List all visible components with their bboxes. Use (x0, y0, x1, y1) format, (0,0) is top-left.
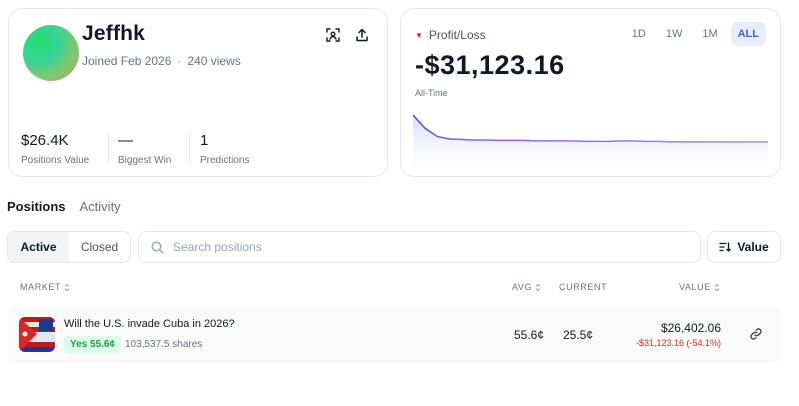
range-tabs: 1D 1W 1M ALL (625, 22, 766, 46)
stat-divider (189, 133, 190, 163)
pnl-chart (413, 114, 768, 165)
position-value: $26,402.06 (660, 321, 721, 335)
username: Jeffhk (82, 22, 146, 45)
column-header-avg[interactable]: AVG (512, 282, 541, 292)
pnl-value: -$31,123.16 (415, 50, 565, 80)
pnl-line (413, 114, 768, 143)
search-box (138, 231, 701, 263)
sort-icon (719, 242, 732, 252)
sort-arrows-icon (535, 283, 541, 291)
view-count: 240 views (187, 54, 241, 68)
filter-closed[interactable]: Closed (69, 232, 130, 262)
outcome-badge: Yes 55.6¢ (64, 336, 122, 353)
share-icon (356, 28, 368, 42)
stat-label: Positions Value (21, 155, 90, 166)
pnl-header: ▼ Profit/Loss (415, 28, 486, 42)
avatar[interactable] (23, 25, 79, 81)
status-filter: Active Closed (7, 231, 131, 263)
profile-card: Jeffhk Joined Feb 2026 · 240 views $26.4K … (8, 8, 388, 177)
stat-label: Predictions (200, 155, 250, 166)
sort-arrows-icon (64, 283, 70, 291)
profit-loss-card: ▼ Profit/Loss 1D 1W 1M ALL -$31,123.16 A… (400, 8, 781, 177)
header-label: AVG (512, 282, 533, 292)
sort-button[interactable]: Value (707, 231, 781, 263)
pnl-period: All-Time (415, 88, 448, 98)
current-price: 25.5¢ (563, 328, 594, 342)
section-tabs: Positions Activity (7, 199, 121, 214)
range-tab-1d[interactable]: 1D (625, 22, 653, 46)
market-title[interactable]: Will the U.S. invade Cuba in 2026? (64, 318, 235, 330)
range-tab-all[interactable]: ALL (730, 22, 766, 46)
search-icon (151, 240, 164, 254)
joined-date: Joined Feb 2026 (82, 54, 172, 68)
column-header-market[interactable]: MARKET (20, 282, 70, 292)
tab-positions[interactable]: Positions (7, 199, 66, 214)
table-row[interactable]: Will the U.S. invade Cuba in 2026? Yes 5… (8, 306, 781, 363)
range-tab-1m[interactable]: 1M (695, 22, 724, 46)
header-label: CURRENT (559, 282, 608, 292)
stat-value: — (118, 132, 133, 149)
column-header-current: CURRENT (559, 282, 607, 292)
down-triangle-icon: ▼ (415, 30, 423, 40)
stat-value: $26.4K (21, 132, 69, 149)
column-header-value[interactable]: VALUE (679, 282, 720, 292)
stat-positions-value: $26.4K Positions Value (21, 132, 89, 166)
stat-divider (108, 133, 109, 163)
sort-label: Value (737, 240, 769, 254)
header-label: MARKET (20, 282, 62, 292)
meta-separator: · (177, 54, 182, 68)
share-count: 103,537.5 shares (125, 339, 203, 350)
share-button[interactable] (351, 24, 373, 46)
profile-meta: Joined Feb 2026 · 240 views (82, 54, 241, 68)
scan-button[interactable] (322, 24, 344, 46)
sort-arrows-icon (714, 283, 720, 291)
filter-active[interactable]: Active (8, 232, 69, 262)
stat-predictions: 1 Predictions (200, 132, 249, 166)
stat-label: Biggest Win (118, 155, 172, 166)
avg-price: 55.6¢ (514, 328, 545, 342)
scan-icon (326, 28, 340, 42)
search-input[interactable] (173, 240, 673, 254)
tab-activity[interactable]: Activity (80, 199, 121, 214)
stat-value: 1 (200, 132, 209, 149)
pnl-label: Profit/Loss (428, 28, 486, 42)
position-pnl: -$31,123.16 (-54.1%) (635, 338, 721, 348)
range-tab-1w[interactable]: 1W (659, 22, 690, 46)
link-icon[interactable] (749, 327, 763, 341)
stat-biggest-win: — Biggest Win (118, 132, 171, 166)
header-label: VALUE (679, 282, 711, 292)
market-image (19, 317, 55, 352)
